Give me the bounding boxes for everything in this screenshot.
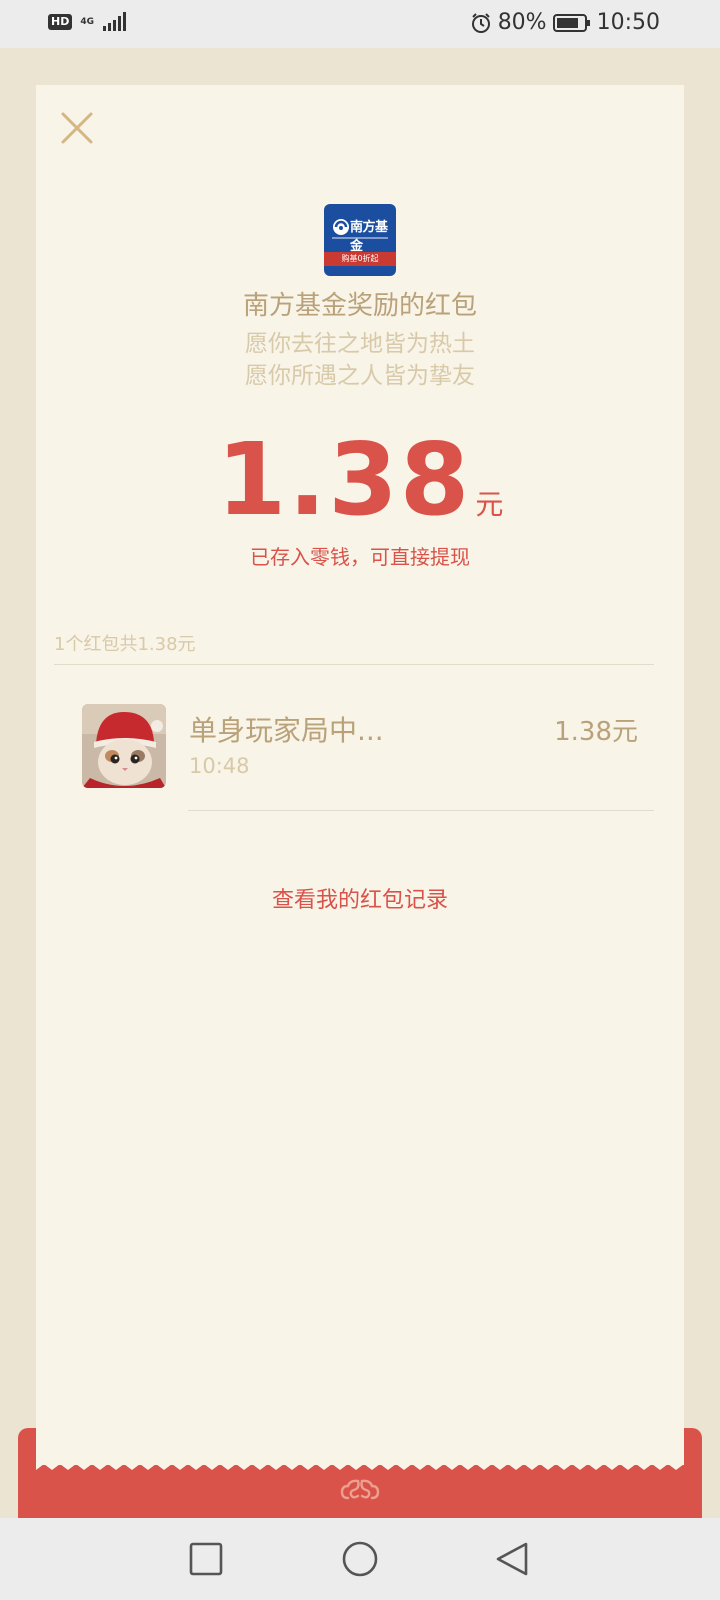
cat-avatar	[82, 704, 166, 788]
record-time: 10:48	[189, 754, 250, 778]
battery-icon	[552, 13, 590, 32]
close-icon[interactable]	[60, 111, 94, 145]
blessing-line-2: 愿你所遇之人皆为挚友	[245, 363, 475, 389]
deposit-note: 已存入零钱，可直接提现	[250, 545, 470, 569]
view-history-link[interactable]: 查看我的红包记录	[36, 882, 684, 914]
cat-avatar-image	[82, 704, 166, 788]
recent-apps-icon[interactable]	[187, 1540, 225, 1578]
signal-icon	[103, 12, 126, 31]
alarm-icon	[471, 12, 490, 33]
clock-time: 10:50	[596, 10, 660, 35]
record-name: 单身玩家局中...	[189, 714, 384, 747]
card-zigzag-edge	[36, 1460, 684, 1470]
home-icon[interactable]	[341, 1540, 379, 1578]
summary-text: 1个红包共1.38元	[54, 634, 196, 655]
blessing-line-1: 愿你去往之地皆为热土	[245, 331, 475, 357]
logo-subline	[332, 237, 388, 239]
network-label: 4G	[80, 17, 94, 27]
swirl-icon	[333, 219, 349, 235]
battery-percent: 80%	[497, 10, 547, 35]
sender-logo: 南方基金 购基0折起	[324, 204, 396, 276]
status-left: HD 4G	[48, 12, 126, 32]
amount-value: 1.38	[216, 421, 472, 538]
divider	[54, 664, 654, 665]
back-icon[interactable]	[493, 1540, 531, 1578]
status-bar: HD 4G 80% 10:50	[0, 0, 720, 48]
network-type: 4G	[80, 17, 94, 27]
amount-row: 1.38 元	[36, 425, 684, 535]
status-right: 80% 10:50	[470, 10, 660, 35]
divider	[188, 810, 654, 811]
navigation-bar	[0, 1518, 720, 1600]
amount-unit: 元	[475, 488, 504, 521]
sender-title: 南方基金奖励的红包	[242, 291, 477, 321]
record-amount: 1.38元	[554, 717, 638, 747]
red-envelope-card: 南方基金 购基0折起 南方基金奖励的红包 愿你去往之地皆为热土 愿你所遇之人皆为…	[36, 85, 684, 1465]
cloud-icon	[340, 1479, 380, 1500]
logo-ribbon: 购基0折起	[324, 252, 396, 266]
hd-badge: HD	[48, 14, 73, 30]
logo-text: 南方基金	[350, 220, 388, 254]
